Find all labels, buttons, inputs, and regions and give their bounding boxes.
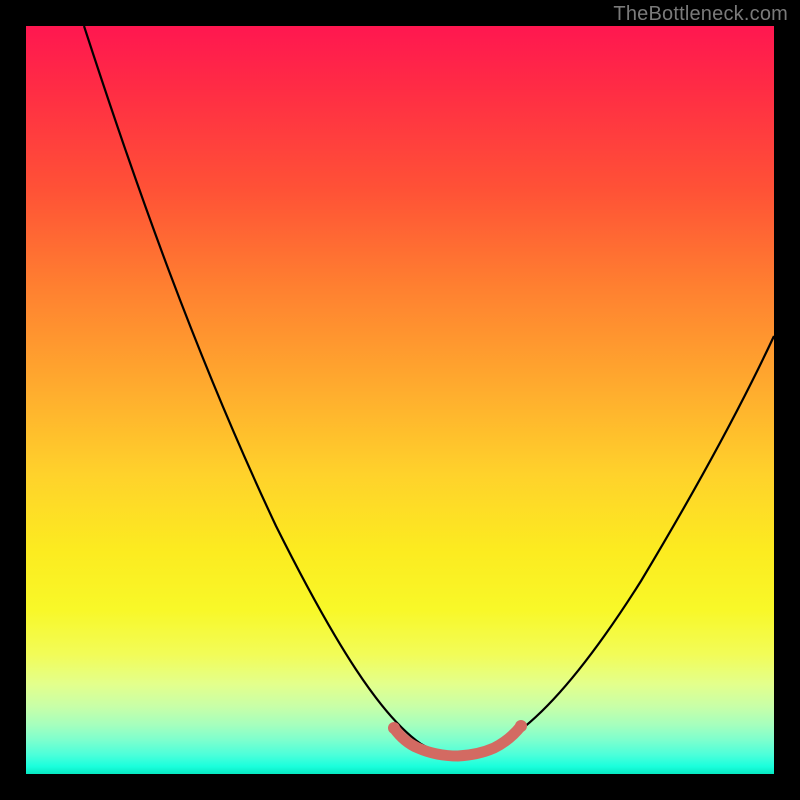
bottleneck-curve-line <box>84 26 774 754</box>
optimal-range-start-dot <box>388 722 400 734</box>
chart-container: TheBottleneck.com <box>0 0 800 800</box>
optimal-range-end-dot <box>515 720 527 732</box>
optimal-range-highlight <box>394 726 521 756</box>
watermark-text: TheBottleneck.com <box>613 3 788 26</box>
plot-area <box>26 26 774 774</box>
bottleneck-curve-svg <box>26 26 774 774</box>
